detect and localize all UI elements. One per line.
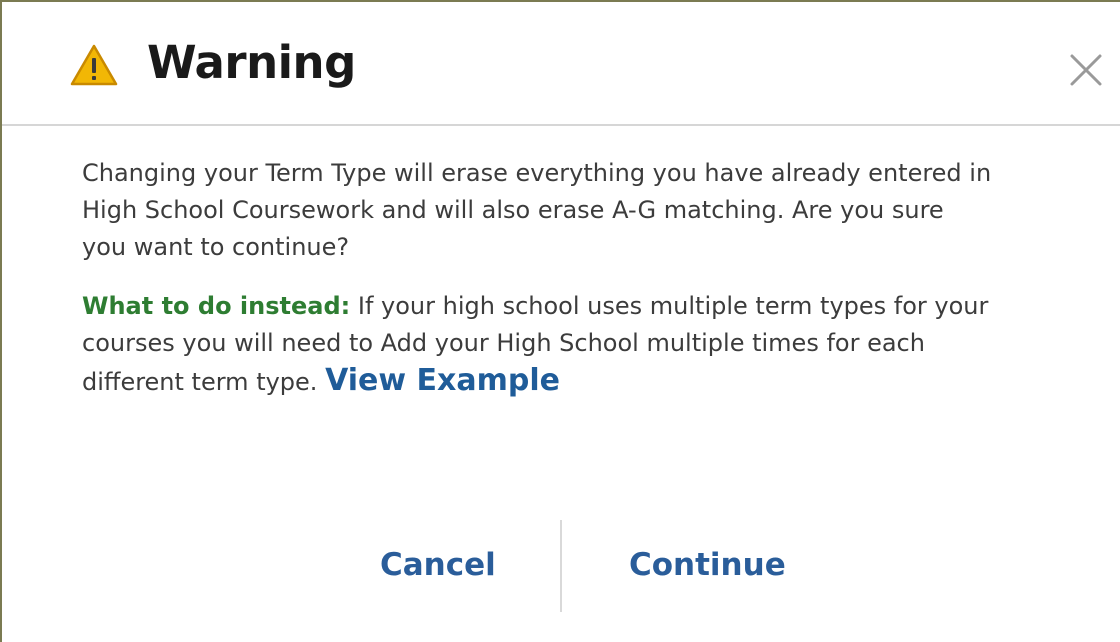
warning-triangle-icon — [70, 44, 118, 86]
view-example-link[interactable]: View Example — [325, 363, 560, 398]
close-icon[interactable] — [1064, 48, 1108, 92]
message-line: you want to continue? — [82, 233, 350, 261]
instead-line: courses you will need to Add your High S… — [82, 329, 925, 357]
dialog-title: Warning — [147, 36, 356, 89]
instead-line: If your high school uses multiple term t… — [350, 292, 989, 320]
warning-dialog: Warning Changing your Term Type will era… — [0, 0, 1120, 642]
message-line: High School Coursework and will also era… — [82, 196, 944, 224]
dialog-header: Warning — [2, 2, 1120, 126]
warning-message: Changing your Term Type will erase every… — [82, 155, 1082, 266]
dialog-footer: Cancel Continue — [2, 520, 1120, 612]
cancel-button[interactable]: Cancel — [380, 540, 496, 590]
instead-line: different term type. — [82, 368, 326, 396]
button-divider — [560, 520, 562, 612]
instead-label: What to do instead: — [82, 292, 351, 320]
instead-message: What to do instead: If your high school … — [82, 288, 1082, 401]
continue-button[interactable]: Continue — [629, 540, 789, 590]
dialog-body: Changing your Term Type will erase every… — [82, 155, 1082, 401]
message-line: Changing your Term Type will erase every… — [82, 159, 992, 187]
